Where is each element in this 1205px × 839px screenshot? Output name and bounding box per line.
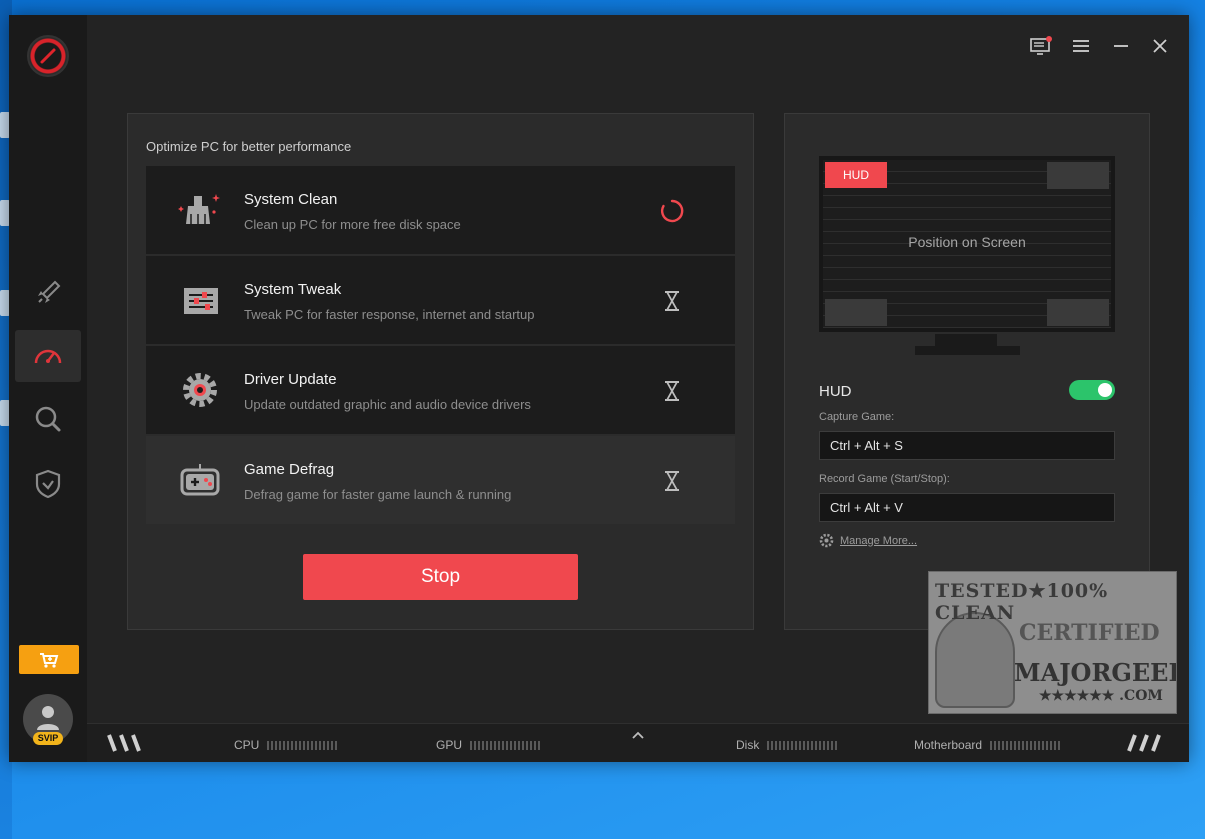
cpu-meter: CPU xyxy=(234,738,340,752)
monitor-base xyxy=(915,346,1020,355)
menu-button[interactable] xyxy=(1069,35,1093,57)
task-description: Clean up PC for more free disk space xyxy=(244,217,461,232)
gpu-meter-bar xyxy=(470,740,543,750)
task-title: System Clean xyxy=(244,191,338,208)
hud-position-monitor[interactable]: HUD Position on Screen xyxy=(819,156,1115,332)
broom-icon xyxy=(178,194,220,224)
tweak-sliders-icon xyxy=(184,288,218,314)
expand-button[interactable] xyxy=(631,727,645,745)
optimize-heading: Optimize PC for better performance xyxy=(146,139,352,154)
user-avatar[interactable]: SVIP xyxy=(23,694,73,745)
hud-position-bottom-left[interactable] xyxy=(825,299,887,326)
monitor-stand xyxy=(935,334,997,346)
task-game-defrag: Game Defrag Defrag game for faster game … xyxy=(146,436,735,525)
nav-scan[interactable] xyxy=(15,393,81,445)
task-status-running xyxy=(658,199,686,223)
gear-icon xyxy=(183,373,217,407)
decor-slashes-left xyxy=(107,734,141,752)
hud-position-bottom-right[interactable] xyxy=(1047,299,1109,326)
chevron-up-icon xyxy=(632,731,644,739)
hud-position-top-right[interactable] xyxy=(1047,162,1109,189)
gear-icon xyxy=(819,533,834,548)
task-status-waiting xyxy=(658,469,686,493)
task-title: Driver Update xyxy=(244,371,337,388)
decor-slashes-right xyxy=(1127,734,1161,752)
task-description: Tweak PC for faster response, internet a… xyxy=(244,307,535,322)
app-logo xyxy=(27,35,69,77)
stop-button[interactable]: Stop xyxy=(303,554,578,600)
majorgeeks-watermark: TESTED★100% CLEAN CERTIFIED MAJORGEEKS ★… xyxy=(928,571,1177,714)
watermark-text: TESTED★100% CLEAN xyxy=(935,580,1109,624)
capture-hotkey-field[interactable]: Ctrl + Alt + S xyxy=(819,431,1115,460)
task-system-tweak: System Tweak Tweak PC for faster respons… xyxy=(146,256,735,345)
motherboard-label: Motherboard xyxy=(914,738,983,752)
hourglass-icon xyxy=(665,471,679,491)
task-system-clean: System Clean Clean up PC for more free d… xyxy=(146,166,735,255)
user-icon xyxy=(37,706,59,730)
monitor-notification-icon xyxy=(1030,36,1052,55)
hud-panel: HUD Position on Screen HUD Capture Game:… xyxy=(784,113,1150,630)
position-on-screen-label: Position on Screen xyxy=(908,234,1026,250)
watermark-text: ★★★★★★ .COM xyxy=(1039,688,1163,704)
svip-badge: SVIP xyxy=(33,732,63,745)
nav-speedup[interactable] xyxy=(15,330,81,382)
speed-needle-icon xyxy=(40,48,56,64)
hamburger-menu-icon xyxy=(1073,40,1089,52)
watermark-mascot xyxy=(935,612,1015,708)
optimize-panel: Optimize PC for better performance Syste… xyxy=(127,113,754,630)
hourglass-icon xyxy=(665,291,679,311)
shield-icon xyxy=(35,469,61,499)
feedback-button[interactable] xyxy=(1029,35,1053,57)
minimize-button[interactable] xyxy=(1109,35,1133,57)
close-icon xyxy=(1153,39,1167,53)
task-status-waiting xyxy=(658,379,686,403)
gpu-meter: GPU xyxy=(436,738,543,752)
minimize-icon xyxy=(1114,45,1128,47)
capture-game-label: Capture Game: xyxy=(819,411,895,423)
nav-protect[interactable] xyxy=(15,458,81,510)
disk-label: Disk xyxy=(736,738,760,752)
hourglass-icon xyxy=(665,381,679,401)
nav-boost[interactable] xyxy=(15,267,81,319)
task-title: Game Defrag xyxy=(244,461,335,478)
loading-spinner-icon xyxy=(660,199,684,223)
record-game-label: Record Game (Start/Stop): xyxy=(819,473,950,485)
close-button[interactable] xyxy=(1148,35,1172,57)
watermark-text: CERTIFIED xyxy=(1019,620,1160,646)
search-magnifier-icon xyxy=(35,406,61,432)
status-bar: CPU GPU Disk Motherboard xyxy=(87,723,1189,762)
disk-meter-bar xyxy=(767,740,840,750)
task-description: Update outdated graphic and audio device… xyxy=(244,397,531,412)
gpu-label: GPU xyxy=(436,738,463,752)
record-hotkey-field[interactable]: Ctrl + Alt + V xyxy=(819,493,1115,522)
speedometer-icon xyxy=(34,349,62,364)
task-description: Defrag game for faster game launch & run… xyxy=(244,487,512,502)
manage-more-link[interactable]: Manage More... xyxy=(840,535,917,547)
hud-toggle[interactable] xyxy=(1069,380,1115,400)
task-title: System Tweak xyxy=(244,281,342,298)
hud-position-tag[interactable]: HUD xyxy=(825,162,887,188)
manage-more[interactable]: Manage More... xyxy=(819,533,917,548)
watermark-text: MAJORGEEKS xyxy=(1014,658,1176,687)
motherboard-meter-bar xyxy=(990,740,1063,750)
cpu-label: CPU xyxy=(234,738,260,752)
shop-button[interactable] xyxy=(19,645,79,674)
task-status-waiting xyxy=(658,289,686,313)
hud-toggle-label: HUD xyxy=(819,383,852,400)
gamepad-icon xyxy=(180,464,220,496)
sidebar: SVIP xyxy=(9,15,87,762)
rocket-icon xyxy=(38,280,61,303)
motherboard-meter: Motherboard xyxy=(914,738,1063,752)
cpu-meter-bar xyxy=(267,740,340,750)
disk-meter: Disk xyxy=(736,738,840,752)
cart-icon xyxy=(40,652,59,668)
task-driver-update: Driver Update Update outdated graphic an… xyxy=(146,346,735,435)
